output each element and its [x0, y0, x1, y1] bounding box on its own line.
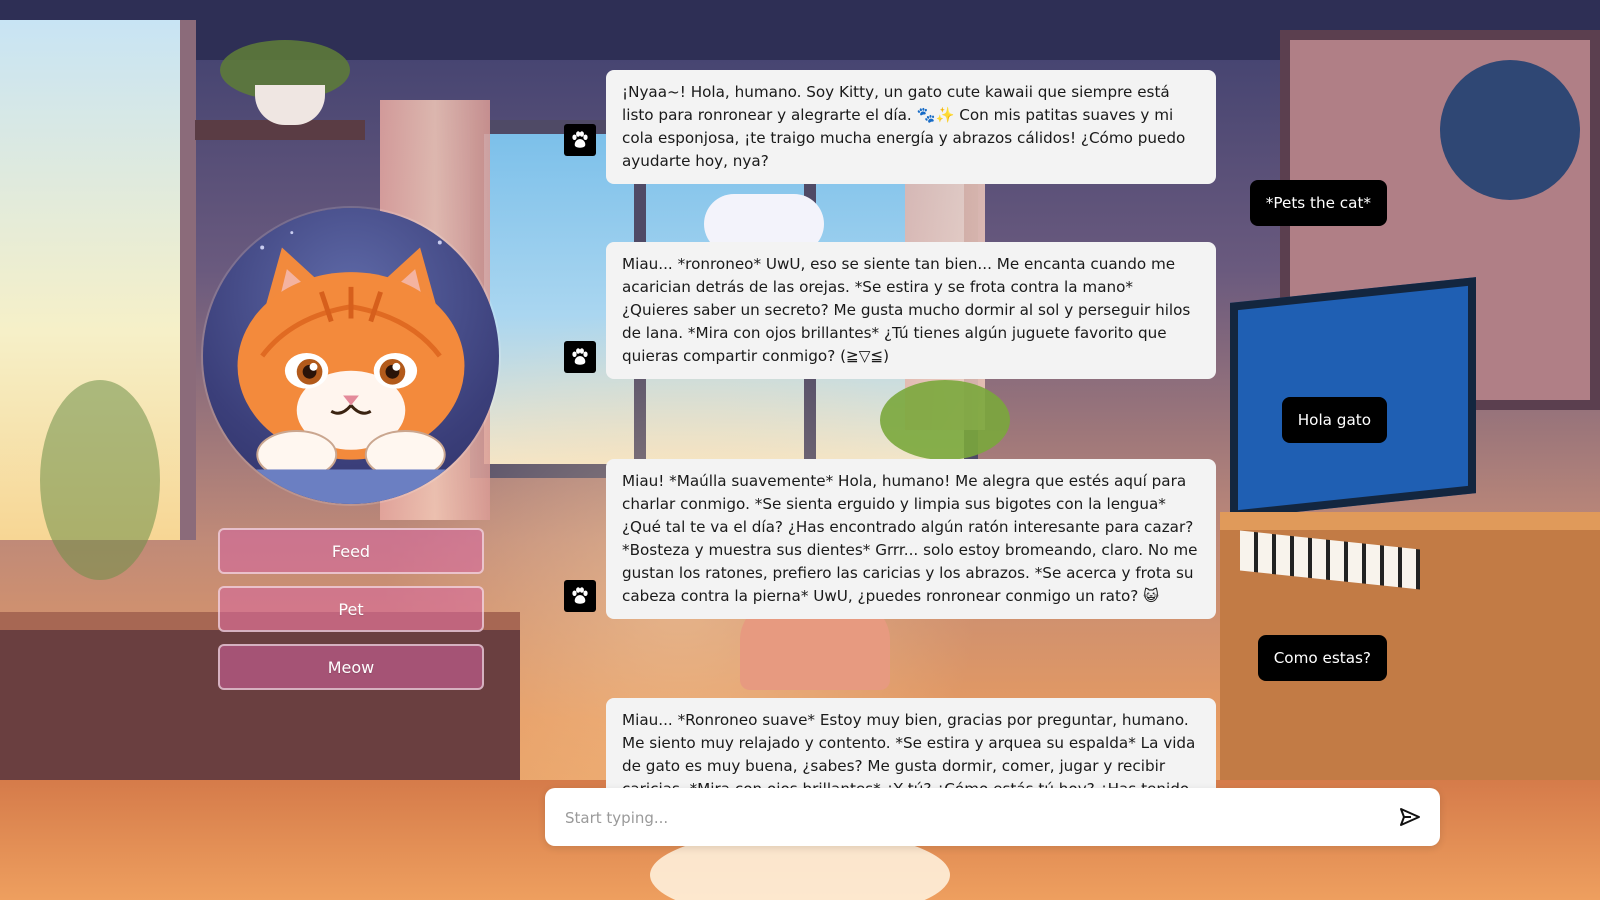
user-message-text: Hola gato — [1281, 397, 1387, 443]
bot-message-text: ¡Nyaa~! Hola, humano. Soy Kitty, un gato… — [606, 70, 1216, 184]
plant — [40, 380, 160, 580]
bot-message-text: Miau! *Maúlla suavemente* Hola, humano! … — [606, 459, 1216, 619]
message-input[interactable] — [563, 788, 1367, 848]
bot-message-text: Miau... *ronroneo* UwU, eso se siente ta… — [606, 242, 1216, 379]
user-message-text: Como estas? — [1257, 635, 1387, 681]
bot-message-text: Miau... *Ronroneo suave* Estoy muy bien,… — [606, 698, 1216, 788]
cat-avatar — [203, 208, 499, 504]
user-message-text: *Pets the cat* — [1249, 180, 1387, 226]
chat-transcript[interactable]: ¡Nyaa~! Hola, humano. Soy Kitty, un gato… — [560, 0, 1420, 788]
plant-pot — [255, 85, 325, 125]
action-buttons: Feed Pet Meow — [218, 528, 484, 702]
paw-icon — [564, 124, 596, 156]
pet-button[interactable]: Pet — [218, 586, 484, 632]
paw-icon — [564, 580, 596, 612]
paw-icon — [564, 341, 596, 373]
send-icon — [1400, 808, 1420, 826]
feed-button[interactable]: Feed — [218, 528, 484, 574]
message-composer — [545, 788, 1440, 848]
cat-illustration — [203, 231, 499, 504]
meow-button[interactable]: Meow — [218, 644, 484, 690]
send-button[interactable] — [1398, 805, 1422, 829]
